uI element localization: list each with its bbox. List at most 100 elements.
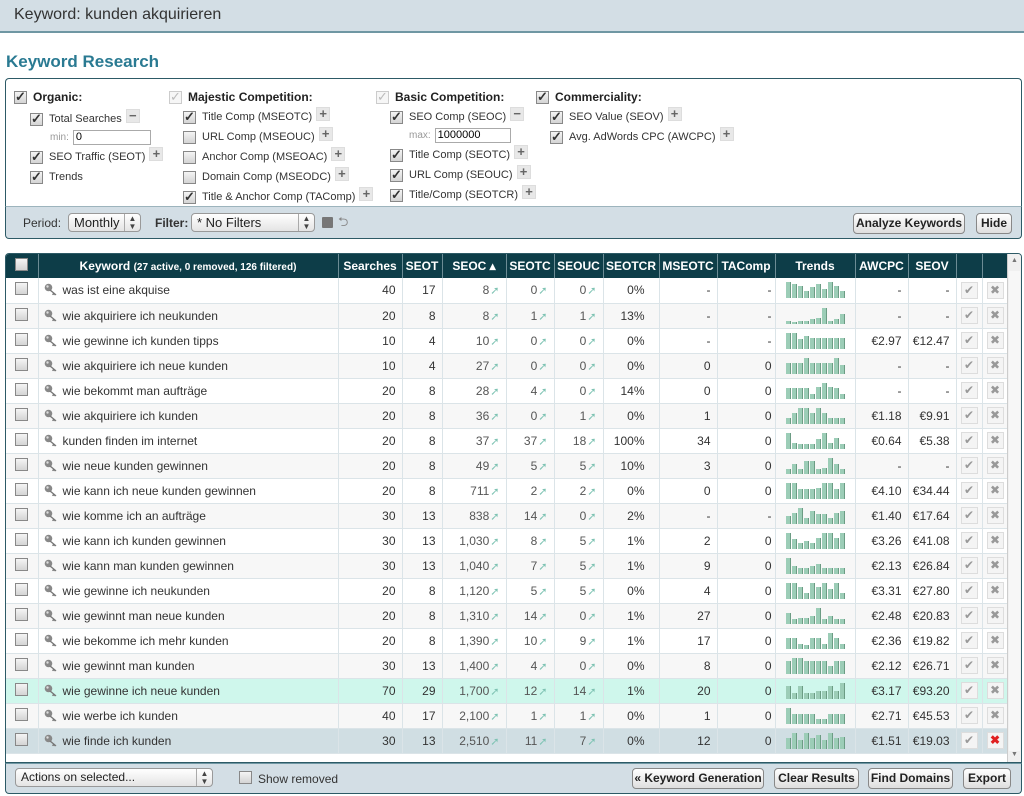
table-row[interactable]: wie bekommt man aufträge 20 8 28➚ 4➚ 0➚ 14% 0 0-… — [6, 378, 1009, 404]
external-link-icon[interactable]: ➚ — [490, 661, 499, 673]
table-row[interactable]: wie finde ich kunden 30 13 2,510➚ 11➚ 7➚ 0% 12 0… — [6, 728, 1009, 754]
external-link-icon[interactable]: ➚ — [538, 361, 547, 373]
external-link-icon[interactable]: ➚ — [538, 311, 547, 323]
check-icon[interactable]: ✔ — [960, 407, 978, 424]
external-link-icon[interactable]: ➚ — [538, 285, 547, 297]
plus-icon[interactable]: + — [522, 185, 536, 199]
row-checkbox[interactable] — [15, 282, 29, 296]
seo-traffic-checkbox[interactable] — [30, 149, 43, 165]
header-keyword[interactable]: Keyword (27 active, 0 removed, 126 filte… — [38, 254, 339, 278]
keyword-text[interactable]: wie bekomme ich mehr kunden — [63, 634, 229, 648]
table-row[interactable]: was ist eine akquise 40 17 8➚ 0➚ 0➚ 0% - - - - ✔ ✖ — [6, 278, 1009, 304]
check-icon[interactable]: ✔ — [960, 382, 978, 399]
external-link-icon[interactable]: ➚ — [538, 536, 547, 548]
row-checkbox[interactable] — [15, 482, 29, 496]
actions-select[interactable]: Actions on selected... ▲ ▼ — [15, 768, 213, 787]
check-icon[interactable]: ✔ — [960, 281, 978, 299]
remove-icon[interactable]: ✖ — [986, 432, 1004, 449]
row-checkbox[interactable] — [15, 307, 29, 321]
check-icon[interactable]: ✔ — [960, 332, 978, 349]
analyze-keywords-button[interactable]: Analyze Keywords — [853, 213, 965, 234]
tacomp-checkbox[interactable] — [183, 189, 196, 205]
header-searches[interactable]: Searches — [338, 254, 403, 278]
external-link-icon[interactable]: ➚ — [538, 636, 547, 648]
table-row[interactable]: wie gewinne ich neue kunden 70 29 1,700➚ 12➚… — [6, 678, 1009, 704]
header-trends[interactable]: Trends — [775, 254, 856, 278]
header-seot[interactable]: SEOT — [402, 254, 443, 278]
row-checkbox[interactable] — [15, 382, 29, 396]
keyword-text[interactable]: wie kann ich kunden gewinnen — [63, 534, 226, 548]
keyword-text[interactable]: wie kann man kunden gewinnen — [63, 559, 234, 573]
table-row[interactable]: wie kann ich kunden gewinnen 30 13 1,030➚ 8➚… — [6, 528, 1009, 554]
row-checkbox[interactable] — [15, 632, 29, 646]
external-link-icon[interactable]: ➚ — [490, 386, 499, 398]
keyword-text[interactable]: wie komme ich an aufträge — [63, 509, 206, 523]
external-link-icon[interactable]: ➚ — [490, 636, 499, 648]
seoc-checkbox[interactable] — [390, 109, 403, 125]
table-row[interactable]: wie komme ich an aufträge 30 13 838➚ 14➚ 0➚ 2%… — [6, 503, 1009, 529]
vertical-scrollbar[interactable]: ▲ ▼ — [1007, 254, 1021, 762]
check-icon[interactable]: ✔ — [960, 632, 978, 649]
table-row[interactable]: wie bekomme ich mehr kunden 20 8 1,390➚ 10➚ 9… — [6, 628, 1009, 654]
select-all-checkbox[interactable] — [15, 258, 29, 271]
filter-select[interactable]: * No Filters ▲ ▼ — [191, 213, 315, 232]
check-icon[interactable]: ✔ — [960, 482, 978, 499]
external-link-icon[interactable]: ➚ — [587, 461, 596, 473]
row-checkbox[interactable] — [15, 732, 29, 746]
plus-icon[interactable]: + — [514, 145, 529, 159]
keyword-text[interactable]: wie gewinne ich neue kunden — [63, 684, 220, 698]
plus-icon[interactable]: + — [667, 107, 682, 121]
keyword-text[interactable]: wie akquiriere ich neue kunden — [63, 359, 228, 373]
external-link-icon[interactable]: ➚ — [587, 711, 596, 723]
check-icon[interactable]: ✔ — [960, 507, 978, 524]
external-link-icon[interactable]: ➚ — [587, 536, 596, 548]
remove-icon[interactable]: ✖ — [986, 557, 1004, 574]
external-link-icon[interactable]: ➚ — [490, 611, 499, 623]
external-link-icon[interactable]: ➚ — [490, 511, 499, 523]
scroll-up-icon[interactable]: ▲ — [1011, 257, 1018, 264]
hide-button[interactable]: Hide — [976, 213, 1012, 234]
remove-icon[interactable]: ✖ — [986, 281, 1004, 299]
external-link-icon[interactable]: ➚ — [538, 711, 547, 723]
table-row[interactable]: wie kann man kunden gewinnen 30 13 1,040➚ 7➚… — [6, 553, 1009, 579]
external-link-icon[interactable]: ➚ — [587, 511, 596, 523]
external-link-icon[interactable]: ➚ — [538, 611, 547, 623]
external-link-icon[interactable]: ➚ — [538, 386, 547, 398]
header-tacomp[interactable]: TAComp — [717, 254, 776, 278]
keyword-text[interactable]: was ist eine akquise — [63, 283, 170, 297]
table-row[interactable]: wie akquiriere ich neukunden 20 8 8➚ 1➚ 1➚ 13%… — [6, 303, 1009, 329]
majestic-checkbox[interactable] — [169, 89, 182, 105]
mseodc-checkbox[interactable] — [183, 170, 196, 184]
find-domains-button[interactable]: Find Domains — [868, 768, 953, 789]
header-mseotc[interactable]: MSEOTC — [659, 254, 718, 278]
period-select[interactable]: Monthly ▲ ▼ — [68, 213, 141, 232]
check-icon[interactable]: ✔ — [960, 432, 978, 449]
external-link-icon[interactable]: ➚ — [490, 336, 499, 348]
keyword-generation-button[interactable]: « Keyword Generation — [632, 768, 764, 789]
external-link-icon[interactable]: ➚ — [587, 386, 596, 398]
remove-icon[interactable]: ✖ — [986, 482, 1004, 499]
external-link-icon[interactable]: ➚ — [587, 736, 596, 748]
header-seotc[interactable]: SEOTC — [506, 254, 555, 278]
plus-icon[interactable]: + — [516, 165, 531, 179]
row-checkbox[interactable] — [15, 357, 29, 371]
external-link-icon[interactable]: ➚ — [538, 336, 547, 348]
table-row[interactable]: kunden finden im internet 20 8 37➚ 37➚ 18➚ 100… — [6, 428, 1009, 454]
plus-icon[interactable]: + — [331, 147, 346, 161]
remove-icon[interactable]: ✖ — [986, 657, 1004, 674]
keyword-text[interactable]: wie neue kunden gewinnen — [63, 459, 208, 473]
trends-checkbox[interactable] — [30, 169, 43, 185]
check-icon[interactable]: ✔ — [960, 657, 978, 674]
external-link-icon[interactable]: ➚ — [538, 661, 547, 673]
minus-icon[interactable]: − — [510, 107, 525, 121]
total-searches-checkbox[interactable] — [30, 111, 43, 127]
check-icon[interactable]: ✔ — [960, 682, 978, 699]
keyword-text[interactable]: wie akquiriere ich kunden — [63, 409, 198, 423]
table-row[interactable]: wie gewinnt man neue kunden 20 8 1,310➚ 14➚ 0… — [6, 603, 1009, 629]
plus-icon[interactable]: + — [149, 147, 164, 161]
row-checkbox[interactable] — [15, 557, 29, 571]
mseoac-checkbox[interactable] — [183, 150, 196, 164]
remove-icon[interactable]: ✖ — [986, 332, 1004, 349]
check-icon[interactable]: ✔ — [960, 707, 978, 724]
keyword-text[interactable]: wie finde ich kunden — [63, 734, 172, 748]
